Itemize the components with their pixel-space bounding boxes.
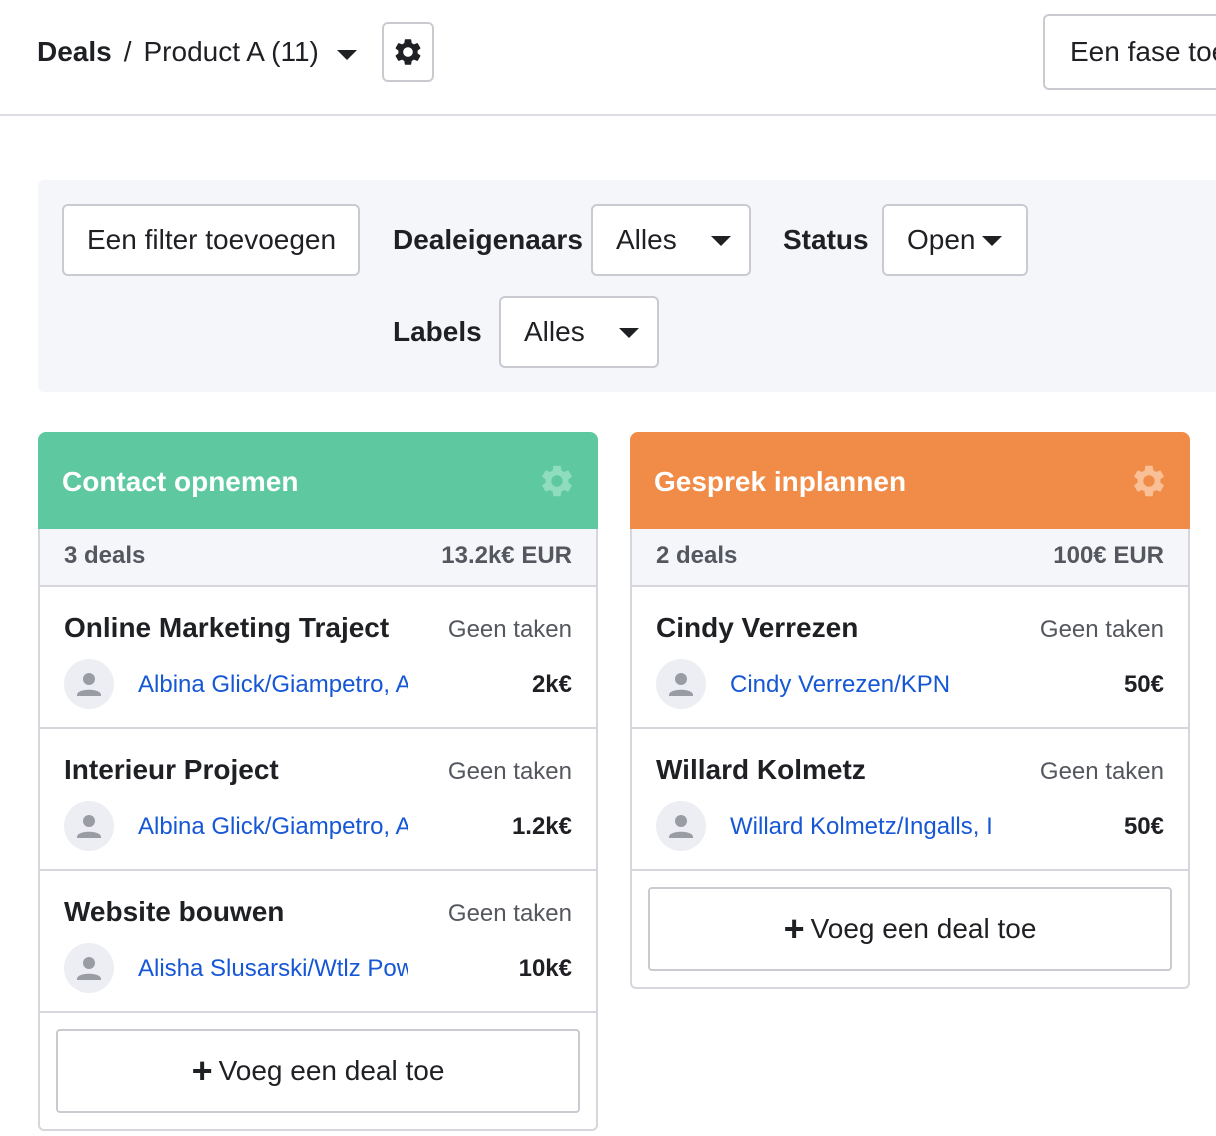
avatar xyxy=(64,801,114,851)
chevron-down-icon xyxy=(711,236,731,246)
column-summary: 3 deals 13.2k€ EUR xyxy=(38,529,598,587)
breadcrumb-deals-link[interactable]: Deals xyxy=(37,34,112,70)
deal-contact-link[interactable]: Willard Kolmetz/Ingalls, I xyxy=(730,812,1000,842)
deal-tasks: Geen taken xyxy=(447,758,572,785)
plus-icon: + xyxy=(191,1050,213,1091)
owners-filter-select[interactable]: Alles xyxy=(591,204,751,276)
deal-title[interactable]: Online Marketing Traject xyxy=(64,611,389,645)
column-header: Gesprek inplannen xyxy=(630,432,1190,529)
deal-amount: 1.2k€ xyxy=(511,813,572,840)
deal-title[interactable]: Website bouwen xyxy=(64,895,284,929)
status-filter-label: Status xyxy=(783,224,869,255)
add-filter-button[interactable]: Een filter toevoegen xyxy=(62,204,360,276)
user-icon xyxy=(669,815,693,838)
pipeline-selector[interactable]: Product A (11) xyxy=(144,34,319,70)
column-title: Gesprek inplannen xyxy=(654,466,907,497)
avatar xyxy=(64,943,114,993)
status-filter-select[interactable]: Open xyxy=(882,204,1028,276)
column-title: Contact opnemen xyxy=(62,466,299,497)
breadcrumb: Deals / Product A (11) xyxy=(37,34,357,70)
deal-amount: 2k€ xyxy=(531,671,572,698)
add-deal-label: Voeg een deal toe xyxy=(810,913,1037,944)
pipeline-settings-button[interactable] xyxy=(382,22,434,82)
deal-amount: 50€ xyxy=(1123,813,1164,840)
chevron-down-icon xyxy=(619,328,639,338)
column-header: Contact opnemen xyxy=(38,432,598,529)
filter-panel: Een filter toevoegen Dealeigenaars Alles… xyxy=(38,180,1216,392)
deal-contact-link[interactable]: Cindy Verrezen/KPN xyxy=(730,670,1000,700)
avatar xyxy=(656,659,706,709)
plus-icon: + xyxy=(783,908,805,949)
deal-tasks: Geen taken xyxy=(447,616,572,643)
pipeline-column: Gesprek inplannen 2 deals 100€ EUR Cindy… xyxy=(630,432,1190,989)
user-icon xyxy=(77,815,101,838)
deal-count: 2 deals xyxy=(656,542,738,569)
chevron-down-icon xyxy=(982,236,1002,246)
deal-title[interactable]: Interieur Project xyxy=(64,753,279,787)
add-deal-container: + Voeg een deal toe xyxy=(630,869,1190,989)
deal-card[interactable]: Website bouwen Geen taken Alisha Slusars… xyxy=(38,871,598,1011)
add-deal-label: Voeg een deal toe xyxy=(218,1055,445,1086)
column-total: 13.2k€ EUR xyxy=(441,542,572,569)
gear-icon[interactable] xyxy=(538,462,576,500)
deal-count: 3 deals xyxy=(64,542,146,569)
owners-filter-value: Alles xyxy=(616,224,677,255)
user-icon xyxy=(77,673,101,696)
owners-filter-label: Dealeigenaars xyxy=(393,224,583,255)
deal-card[interactable]: Online Marketing Traject Geen taken Albi… xyxy=(38,587,598,729)
deal-card[interactable]: Cindy Verrezen Geen taken Cindy Verrezen… xyxy=(630,587,1190,729)
deal-card[interactable]: Interieur Project Geen taken Albina Glic… xyxy=(38,729,598,871)
chevron-down-icon[interactable] xyxy=(336,50,357,60)
user-icon xyxy=(669,673,693,696)
deal-title[interactable]: Willard Kolmetz xyxy=(656,753,866,787)
add-deal-button[interactable]: + Voeg een deal toe xyxy=(56,1029,580,1113)
column-total: 100€ EUR xyxy=(1053,542,1164,569)
gear-icon[interactable] xyxy=(1130,462,1168,500)
top-bar: Deals / Product A (11) Een fase toe xyxy=(0,0,1216,116)
labels-filter-label: Labels xyxy=(393,316,482,347)
status-filter-value: Open xyxy=(907,224,976,255)
add-stage-button[interactable]: Een fase toe xyxy=(1043,14,1216,90)
deal-amount: 10k€ xyxy=(518,955,572,982)
labels-filter-select[interactable]: Alles xyxy=(499,296,659,368)
add-deal-container: + Voeg een deal toe xyxy=(38,1011,598,1131)
deal-title[interactable]: Cindy Verrezen xyxy=(656,611,858,645)
deal-contact-link[interactable]: Albina Glick/Giampetro, A xyxy=(138,812,408,842)
deal-tasks: Geen taken xyxy=(1039,758,1164,785)
avatar xyxy=(656,801,706,851)
gear-icon xyxy=(395,39,421,65)
deal-tasks: Geen taken xyxy=(1039,616,1164,643)
deal-contact-link[interactable]: Alisha Slusarski/Wtlz Pow xyxy=(138,954,408,984)
deal-amount: 50€ xyxy=(1123,671,1164,698)
deal-tasks: Geen taken xyxy=(447,900,572,927)
deal-contact-link[interactable]: Albina Glick/Giampetro, A xyxy=(138,670,408,700)
labels-filter-value: Alles xyxy=(524,316,585,347)
pipeline-column: Contact opnemen 3 deals 13.2k€ EUR Onlin… xyxy=(38,432,598,1131)
deal-card[interactable]: Willard Kolmetz Geen taken Willard Kolme… xyxy=(630,729,1190,869)
column-summary: 2 deals 100€ EUR xyxy=(630,529,1190,587)
add-deal-button[interactable]: + Voeg een deal toe xyxy=(648,887,1172,971)
breadcrumb-separator: / xyxy=(123,36,132,67)
avatar xyxy=(64,659,114,709)
user-icon xyxy=(77,957,101,980)
